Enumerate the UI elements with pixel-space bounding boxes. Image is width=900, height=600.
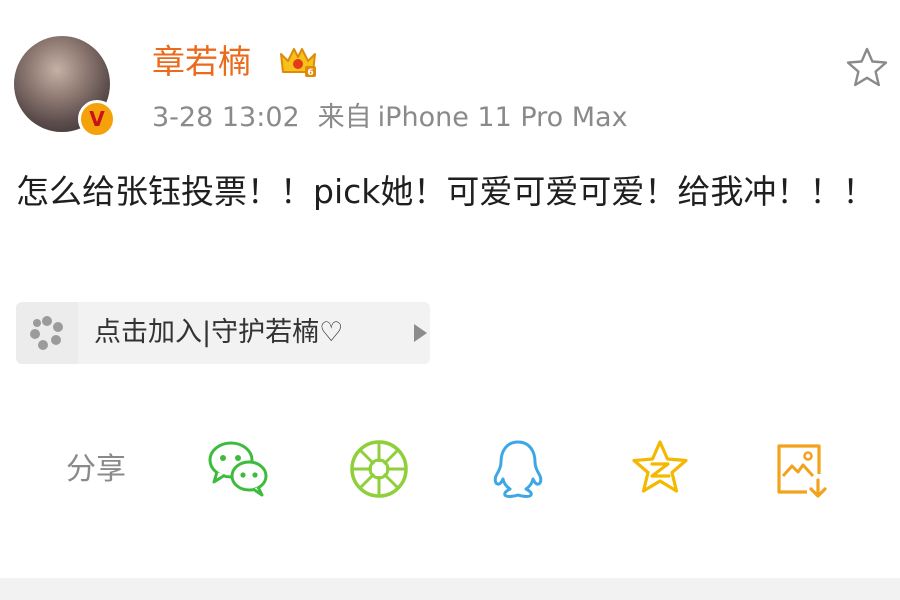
qzone-icon[interactable]	[630, 438, 690, 498]
source-prefix: 来自	[317, 102, 372, 133]
author-avatar-block[interactable]: V	[14, 36, 120, 142]
post-time: 3-28 13:02	[152, 102, 300, 133]
star-outline-icon[interactable]	[843, 44, 891, 92]
crown-member-icon[interactable]: 6	[278, 44, 318, 80]
save-image-icon[interactable]	[773, 440, 831, 500]
flower-icon	[30, 316, 63, 350]
author-name[interactable]: 章若楠	[152, 40, 251, 84]
verified-badge: V	[78, 100, 116, 138]
footer-divider	[0, 578, 900, 600]
share-label: 分享	[66, 452, 126, 487]
post-meta: 3-28 13:02 来自 iPhone 11 Pro Max	[152, 98, 628, 138]
topic-label: 点击加入|守护若楠♡	[94, 317, 344, 348]
topic-card[interactable]: 点击加入|守护若楠♡	[16, 302, 430, 364]
qq-icon[interactable]	[488, 436, 548, 502]
wechat-icon[interactable]	[203, 436, 273, 500]
topic-icon-box	[16, 302, 78, 364]
svg-text:6: 6	[307, 68, 313, 78]
moments-icon[interactable]	[348, 438, 410, 500]
play-arrow-icon	[414, 324, 427, 342]
post-text: 怎么给张钰投票！！pick她！可爱可爱可爱！给我冲！！！	[16, 172, 876, 211]
source-device[interactable]: iPhone 11 Pro Max	[378, 102, 628, 133]
